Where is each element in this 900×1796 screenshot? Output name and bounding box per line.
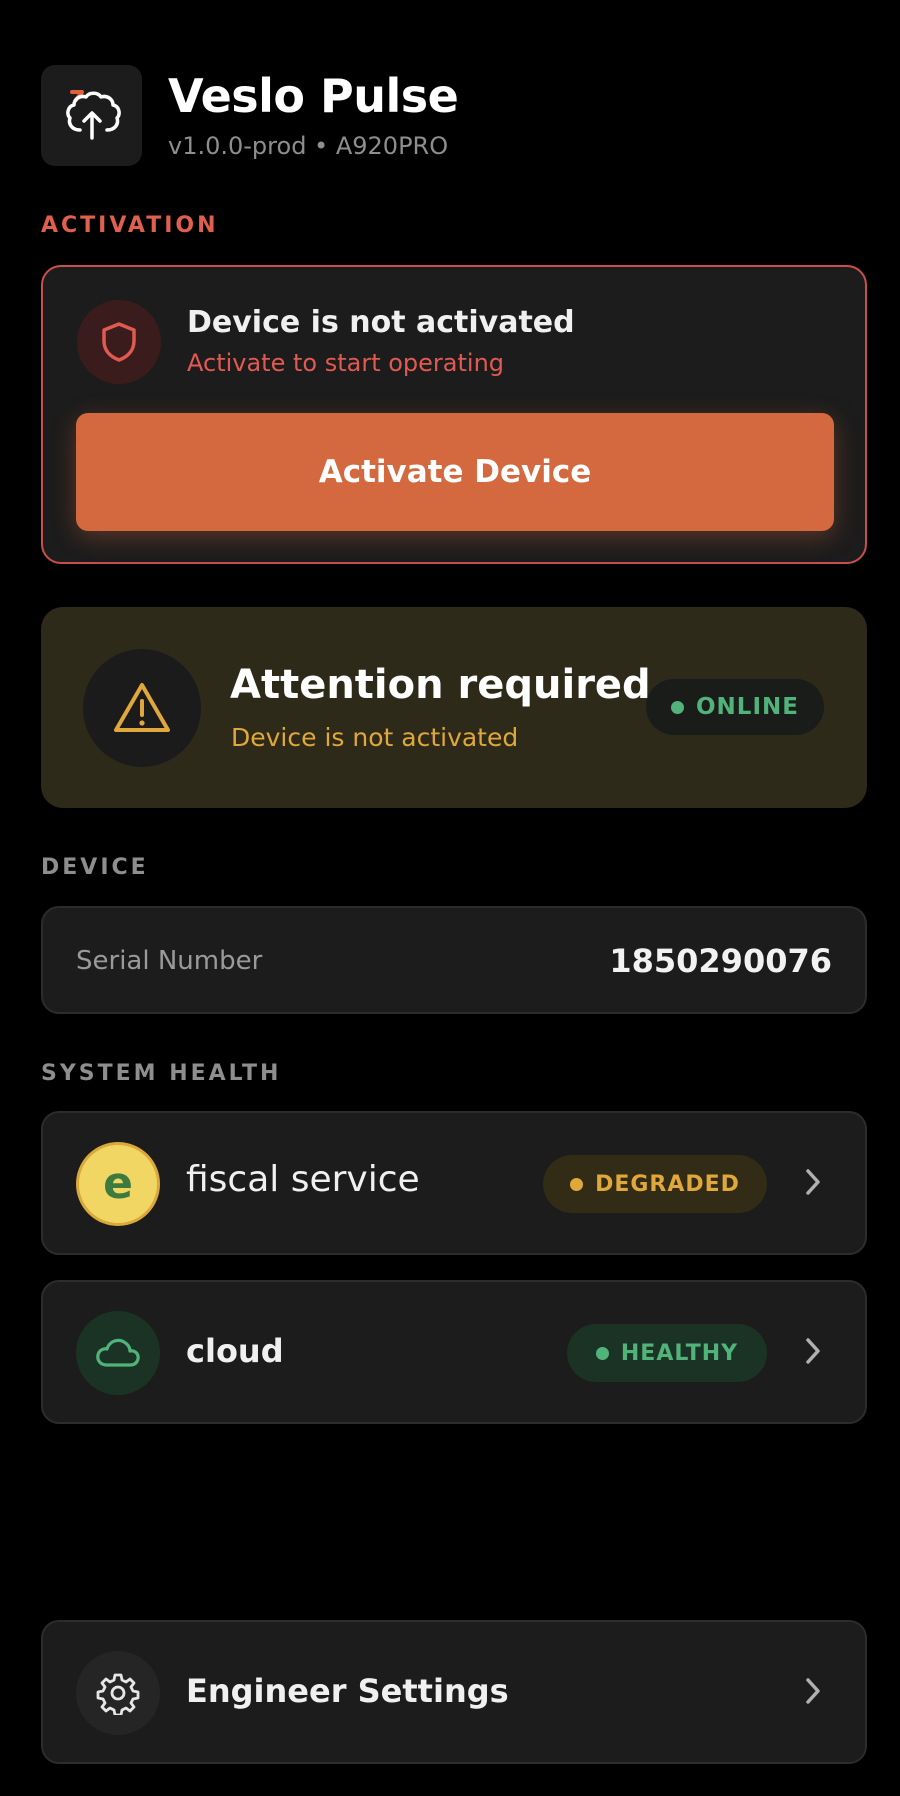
gear-icon xyxy=(76,1651,160,1735)
serial-number-label: Serial Number xyxy=(76,946,263,976)
degraded-status-badge: DEGRADED xyxy=(543,1155,767,1213)
main-screen: Veslo Pulse v1.0.0-prod • A920PRO ACTIVA… xyxy=(0,0,900,1796)
attention-subtitle: Device is not activated xyxy=(231,723,519,752)
engineer-settings-label: Engineer Settings xyxy=(186,1672,509,1710)
activation-subtitle: Activate to start operating xyxy=(187,349,505,377)
system-health-section-label: SYSTEM HEALTH xyxy=(41,1061,282,1086)
engineer-settings-button[interactable]: Engineer Settings xyxy=(41,1620,867,1764)
attention-title: Attention required xyxy=(230,662,651,708)
chevron-right-icon xyxy=(803,1674,823,1712)
attention-card: Attention required Device is not activat… xyxy=(41,607,867,808)
degraded-status-text: DEGRADED xyxy=(595,1171,740,1197)
chevron-right-icon xyxy=(803,1334,823,1372)
serial-number-card: Serial Number 1850290076 xyxy=(41,906,867,1014)
activation-section-label: ACTIVATION xyxy=(41,213,219,238)
cloud-icon xyxy=(76,1311,160,1395)
healthy-status-text: HEALTHY xyxy=(620,1340,739,1366)
app-title: Veslo Pulse xyxy=(168,69,459,124)
device-section-label: DEVICE xyxy=(41,855,149,880)
fiscal-service-label: fiscal service xyxy=(186,1159,420,1200)
status-dot xyxy=(671,700,684,714)
online-status-badge: ONLINE xyxy=(646,679,824,735)
app-header: Veslo Pulse v1.0.0-prod • A920PRO xyxy=(41,65,459,166)
healthy-status-badge: HEALTHY xyxy=(567,1324,767,1382)
online-status-text: ONLINE xyxy=(696,694,799,720)
header-text: Veslo Pulse v1.0.0-prod • A920PRO xyxy=(168,69,459,160)
chevron-right-icon xyxy=(803,1165,823,1203)
cloud-label: cloud xyxy=(186,1332,284,1370)
serial-number-value: 1850290076 xyxy=(609,942,832,980)
fiscal-service-icon: e xyxy=(76,1142,160,1226)
activation-card: Device is not activated Activate to star… xyxy=(41,265,867,564)
activate-device-button[interactable]: Activate Device xyxy=(76,413,834,531)
warning-icon xyxy=(83,649,201,767)
status-dot xyxy=(595,1346,609,1360)
brain-upload-icon xyxy=(41,65,142,166)
shield-icon xyxy=(77,300,161,384)
health-row-cloud[interactable]: cloud HEALTHY xyxy=(41,1280,867,1424)
status-dot xyxy=(570,1177,584,1191)
app-version: v1.0.0-prod • A920PRO xyxy=(168,131,449,160)
health-row-fiscal-service[interactable]: e fiscal service DEGRADED xyxy=(41,1111,867,1255)
activation-title: Device is not activated xyxy=(187,305,575,340)
